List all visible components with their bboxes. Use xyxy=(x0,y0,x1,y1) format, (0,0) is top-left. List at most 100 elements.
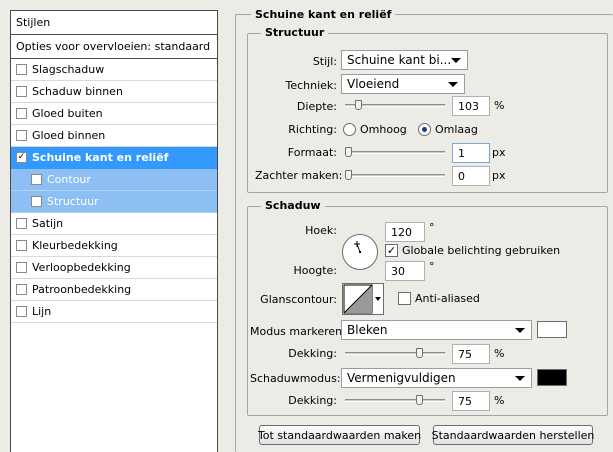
style-item-gloed-binnen[interactable]: Gloed binnen xyxy=(11,125,217,147)
highlight-opacity-label: Dekking: xyxy=(288,347,337,360)
technique-label: Techniek: xyxy=(285,79,337,92)
direction-down-radio[interactable] xyxy=(418,123,431,136)
style-item-label: Verloopbedekking xyxy=(32,261,131,274)
style-item-structuur[interactable]: Structuur xyxy=(11,191,217,213)
direction-up-label: Omhoog xyxy=(360,123,407,136)
style-checkbox[interactable] xyxy=(16,240,27,251)
style-item-label: Gloed buiten xyxy=(32,107,103,120)
angle-unit: ° xyxy=(429,221,435,234)
style-checkbox[interactable] xyxy=(16,284,27,295)
chevron-down-icon xyxy=(515,376,525,381)
blend-options-label: Opties voor overvloeien: standaard xyxy=(16,40,211,53)
style-checkbox[interactable] xyxy=(16,130,27,141)
contour-preview-icon xyxy=(343,284,381,314)
style-item-gloed-buiten[interactable]: Gloed buiten xyxy=(11,103,217,125)
chevron-down-icon xyxy=(448,82,458,87)
shadow-opacity-input[interactable]: 75 xyxy=(452,391,490,411)
size-slider[interactable] xyxy=(345,151,445,154)
soften-slider-thumb[interactable] xyxy=(345,170,352,180)
style-item-slagschaduw[interactable]: Slagschaduw xyxy=(11,59,217,81)
style-item-contour[interactable]: Contour xyxy=(11,169,217,191)
style-checkbox[interactable] xyxy=(16,262,27,273)
shadow-mode-label: Schaduwmodus: xyxy=(250,372,341,385)
style-checkbox[interactable] xyxy=(31,174,42,185)
style-item-label: Schuine kant en reliëf xyxy=(32,151,169,164)
style-checkbox[interactable] xyxy=(16,64,27,75)
style-item-label: Slagschaduw xyxy=(32,63,105,76)
style-item-schuine-kant[interactable]: ✓ Schuine kant en reliëf xyxy=(11,147,217,169)
shadow-opacity-unit: % xyxy=(494,394,505,407)
shadow-mode-select[interactable]: Vermenigvuldigen xyxy=(341,368,532,388)
style-item-patroonbedekking[interactable]: Patroonbedekking xyxy=(11,279,217,301)
style-item-kleurbedekking[interactable]: Kleurbedekking xyxy=(11,235,217,257)
altitude-label: Hoogte: xyxy=(293,264,337,277)
gloss-contour-label: Glanscontour: xyxy=(260,293,337,306)
make-default-button[interactable]: Tot standaardwaarden maken xyxy=(258,425,421,445)
style-item-label: Kleurbedekking xyxy=(32,239,118,252)
style-checkbox[interactable] xyxy=(16,306,27,317)
antialias-label: Anti-aliased xyxy=(415,292,480,305)
depth-label: Diepte: xyxy=(296,100,337,113)
style-item-satijn[interactable]: Satijn xyxy=(11,213,217,235)
style-item-label: Contour xyxy=(47,173,91,186)
style-checkbox[interactable] xyxy=(16,86,27,97)
highlight-opacity-input[interactable]: 75 xyxy=(452,344,490,364)
soften-label: Zachter maken: xyxy=(255,169,343,182)
chevron-down-icon xyxy=(451,58,461,63)
global-light-label: Globale belichting gebruiken xyxy=(402,244,561,257)
depth-slider-thumb[interactable] xyxy=(355,100,362,110)
style-item-lijn[interactable]: Lijn xyxy=(11,301,217,323)
style-item-label: Lijn xyxy=(32,305,52,318)
style-select-value: Schuine kant bi... xyxy=(347,53,452,67)
highlight-opacity-thumb[interactable] xyxy=(416,348,423,358)
styles-list: Stijlen Opties voor overvloeien: standaa… xyxy=(10,10,218,452)
style-item-label: Schaduw binnen xyxy=(32,85,123,98)
structure-title: Structuur xyxy=(261,26,329,39)
crosshair-icon xyxy=(354,241,361,253)
highlight-color-swatch[interactable] xyxy=(537,321,567,338)
technique-select-value: Vloeiend xyxy=(347,77,400,91)
angle-input[interactable]: 120 xyxy=(385,222,425,242)
shadow-opacity-slider[interactable] xyxy=(345,399,445,402)
size-label: Formaat: xyxy=(287,146,337,159)
style-checkbox[interactable] xyxy=(16,108,27,119)
direction-up-radio[interactable] xyxy=(343,123,356,136)
style-checkbox[interactable] xyxy=(16,218,27,229)
size-input[interactable]: 1 xyxy=(452,143,490,163)
highlight-mode-value: Bleken xyxy=(347,323,388,337)
shadow-opacity-thumb[interactable] xyxy=(416,395,423,405)
style-item-label: Patroonbedekking xyxy=(32,283,132,296)
style-checkbox-checked[interactable]: ✓ xyxy=(16,152,27,163)
shadow-color-swatch[interactable] xyxy=(537,369,567,386)
style-select[interactable]: Schuine kant bi... xyxy=(341,50,468,70)
altitude-input[interactable]: 30 xyxy=(385,261,425,281)
highlight-mode-select[interactable]: Bleken xyxy=(341,320,532,340)
style-item-label: Gloed binnen xyxy=(32,129,106,142)
antialias-checkbox[interactable] xyxy=(398,292,411,305)
soften-input[interactable]: 0 xyxy=(452,166,490,186)
highlight-mode-label: Modus markeren: xyxy=(250,325,346,338)
style-item-label: Satijn xyxy=(32,217,64,230)
size-slider-thumb[interactable] xyxy=(345,147,352,157)
depth-input[interactable]: 103 xyxy=(452,96,490,116)
altitude-unit: ° xyxy=(429,260,435,273)
technique-select[interactable]: Vloeiend xyxy=(341,74,465,94)
depth-unit: % xyxy=(494,99,505,112)
reset-default-button[interactable]: Standaardwaarden herstellen xyxy=(432,425,594,445)
soften-slider[interactable] xyxy=(345,174,445,177)
soften-unit: px xyxy=(492,169,506,182)
angle-dial[interactable] xyxy=(342,234,378,270)
panel-title: Schuine kant en reliëf xyxy=(251,8,396,21)
size-unit: px xyxy=(492,146,506,159)
style-item-verloopbedekking[interactable]: Verloopbedekking xyxy=(11,257,217,279)
style-item-label: Structuur xyxy=(47,195,99,208)
gloss-contour-picker[interactable] xyxy=(342,283,384,315)
highlight-opacity-slider[interactable] xyxy=(345,352,445,355)
styles-header[interactable]: Stijlen xyxy=(11,11,217,35)
blend-options-item[interactable]: Opties voor overvloeien: standaard xyxy=(11,35,217,59)
global-light-checkbox[interactable]: ✓ xyxy=(385,244,398,257)
style-checkbox[interactable] xyxy=(31,196,42,207)
direction-label: Richting: xyxy=(288,123,337,136)
style-label: Stijl: xyxy=(312,55,337,68)
style-item-schaduw-binnen[interactable]: Schaduw binnen xyxy=(11,81,217,103)
